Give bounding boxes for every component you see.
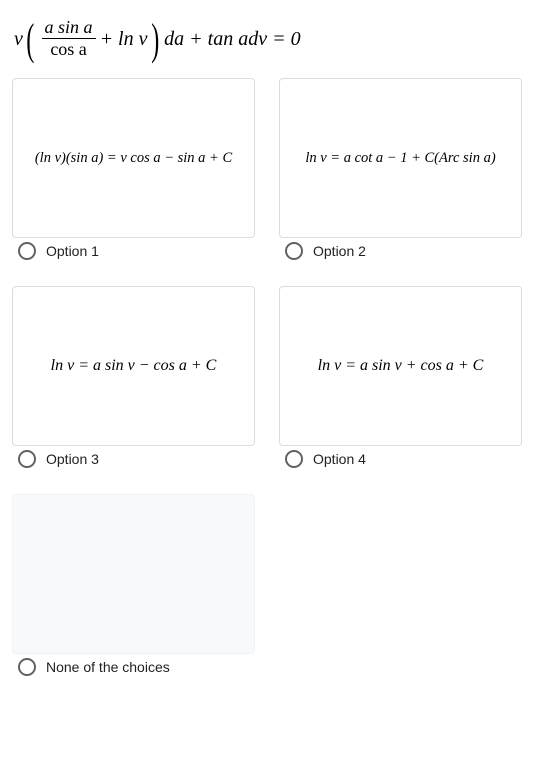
option-1-card: (ln v)(sin a) = v cos a − sin a + C — [12, 78, 255, 238]
radio-icon — [285, 242, 303, 260]
radio-icon — [285, 450, 303, 468]
option-2-formula: ln v = a cot a − 1 + C(Arc sin a) — [305, 150, 495, 167]
option-4-block: ln v = a sin v + cos a + C Option 4 — [279, 286, 522, 482]
question-v: v — [14, 28, 23, 51]
option-4-label: Option 4 — [313, 451, 366, 467]
option-none-card — [12, 494, 255, 654]
option-none-label: None of the choices — [46, 659, 170, 675]
option-3-label: Option 3 — [46, 451, 99, 467]
option-3-card: ln v = a sin v − cos a + C — [12, 286, 255, 446]
fraction-denominator: cos a — [47, 39, 89, 61]
option-1-label: Option 1 — [46, 243, 99, 259]
option-none-radio-row[interactable]: None of the choices — [12, 654, 255, 690]
option-2-label: Option 2 — [313, 243, 366, 259]
right-paren: ) — [151, 22, 159, 57]
question-mid: + ln v — [100, 28, 148, 51]
option-1-block: (ln v)(sin a) = v cos a − sin a + C Opti… — [12, 78, 255, 274]
option-3-formula: ln v = a sin v − cos a + C — [51, 357, 217, 375]
option-4-card: ln v = a sin v + cos a + C — [279, 286, 522, 446]
option-2-radio-row[interactable]: Option 2 — [279, 238, 522, 274]
fraction: a sin a cos a — [42, 18, 96, 60]
option-4-formula: ln v = a sin v + cos a + C — [318, 357, 484, 375]
option-1-radio-row[interactable]: Option 1 — [12, 238, 255, 274]
radio-icon — [18, 242, 36, 260]
question-equation: v ( a sin a cos a + ln v ) da + tan adv … — [12, 12, 522, 78]
option-2-block: ln v = a cot a − 1 + C(Arc sin a) Option… — [279, 78, 522, 274]
option-1-formula: (ln v)(sin a) = v cos a − sin a + C — [35, 150, 232, 167]
question-tail: da + tan adv = 0 — [164, 28, 300, 51]
option-3-radio-row[interactable]: Option 3 — [12, 446, 255, 482]
option-2-card: ln v = a cot a − 1 + C(Arc sin a) — [279, 78, 522, 238]
options-grid: (ln v)(sin a) = v cos a − sin a + C Opti… — [12, 78, 522, 690]
fraction-numerator: a sin a — [42, 18, 96, 39]
radio-icon — [18, 658, 36, 676]
option-3-block: ln v = a sin v − cos a + C Option 3 — [12, 286, 255, 482]
option-4-radio-row[interactable]: Option 4 — [279, 446, 522, 482]
left-paren: ( — [26, 22, 34, 57]
radio-icon — [18, 450, 36, 468]
option-none-block: None of the choices — [12, 494, 255, 690]
